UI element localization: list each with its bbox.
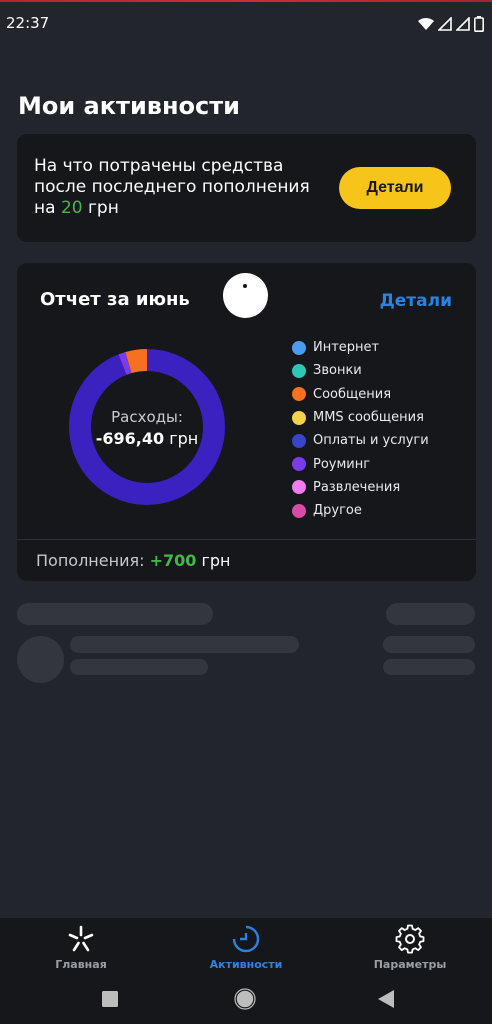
legend-dot (292, 480, 306, 495)
status-bar: 22:37 (0, 2, 492, 42)
legend-item: Сообщения (292, 383, 429, 406)
legend-dot (292, 387, 306, 402)
topups-amount: +700 (149, 551, 197, 570)
legend-item: Другое (292, 499, 429, 522)
nav-item-activities[interactable]: Активности (181, 918, 311, 976)
skeleton-bar (70, 659, 208, 675)
page-title: Мои активности (18, 92, 240, 120)
gear-icon (395, 924, 425, 954)
skeleton-bar (70, 636, 299, 653)
spend-card-text: На что потрачены средства после последне… (34, 156, 334, 219)
nav-item-settings[interactable]: Параметры (345, 918, 475, 976)
topups-label: Пополнения: (36, 551, 145, 570)
bottom-navigation: Главная Активности Параметры (0, 918, 492, 976)
legend-label: Оплаты и услуги (313, 433, 429, 449)
topups-row: Пополнения: +700 грн (36, 551, 231, 570)
report-details-link[interactable]: Детали (380, 291, 452, 311)
legend-item: Оплаты и услуги (292, 429, 429, 452)
legend-label: Другое (313, 503, 362, 519)
star-logo-icon (68, 925, 94, 952)
spend-details-button[interactable]: Детали (339, 167, 451, 209)
legend-dot (292, 410, 306, 425)
expenses-amount: -696,40 (95, 429, 165, 448)
skeleton-bar (383, 659, 475, 675)
legend-label: Интернет (313, 340, 380, 356)
expenses-unit: грн (169, 429, 199, 448)
legend-item: Роуминг (292, 452, 429, 475)
legend-dot (292, 433, 306, 448)
report-title: Отчет за июнь (40, 289, 190, 310)
spend-card: На что потрачены средства после последне… (17, 134, 476, 242)
legend-dot (292, 503, 306, 518)
battery-icon (474, 16, 484, 32)
system-navigation-bar (0, 976, 492, 1024)
activity-chart-icon (232, 925, 260, 953)
chart-legend: Интернет Звонки Сообщения MMS сообщения Опла… (292, 336, 429, 522)
skeleton-bar (386, 603, 475, 625)
signal-icon (438, 17, 452, 31)
donut-center-label: Расходы: (111, 408, 183, 426)
nav-label-activities: Активности (209, 958, 283, 971)
legend-item: MMS сообщения (292, 406, 429, 429)
legend-item: Звонки (292, 359, 429, 382)
donut-svg (69, 349, 225, 505)
touch-indicator (223, 273, 268, 318)
nav-label-settings: Параметры (373, 958, 447, 971)
legend-dot (292, 363, 306, 378)
signal-icon (456, 17, 470, 31)
wifi-icon (418, 17, 434, 30)
legend-label: MMS сообщения (313, 410, 424, 426)
skeleton-bar (383, 636, 475, 653)
square-recents-icon[interactable] (101, 990, 119, 1008)
legend-item: Развлечения (292, 476, 429, 499)
legend-item: Интернет (292, 336, 429, 359)
nav-item-home[interactable]: Главная (16, 918, 146, 976)
skeleton-bar (17, 603, 213, 625)
legend-dot (292, 457, 306, 472)
donut-slice (69, 349, 225, 505)
legend-label: Развлечения (313, 479, 401, 495)
legend-label: Сообщения (313, 386, 392, 402)
status-time: 22:37 (6, 14, 50, 32)
spend-unit: грн (82, 198, 119, 218)
legend-label: Роуминг (313, 456, 371, 472)
triangle-back-icon[interactable] (377, 989, 395, 1009)
legend-label: Звонки (313, 363, 362, 379)
donut-center-value: -696,40 грн (67, 429, 227, 448)
status-icons (418, 16, 484, 32)
nav-label-home: Главная (55, 958, 107, 971)
skeleton-avatar (17, 636, 64, 683)
circle-home-icon[interactable] (234, 988, 256, 1010)
legend-dot (292, 340, 306, 355)
spend-amount: 20 (60, 198, 83, 218)
divider (17, 539, 476, 540)
expenses-donut-chart (67, 347, 227, 507)
topups-unit: грн (201, 551, 231, 570)
